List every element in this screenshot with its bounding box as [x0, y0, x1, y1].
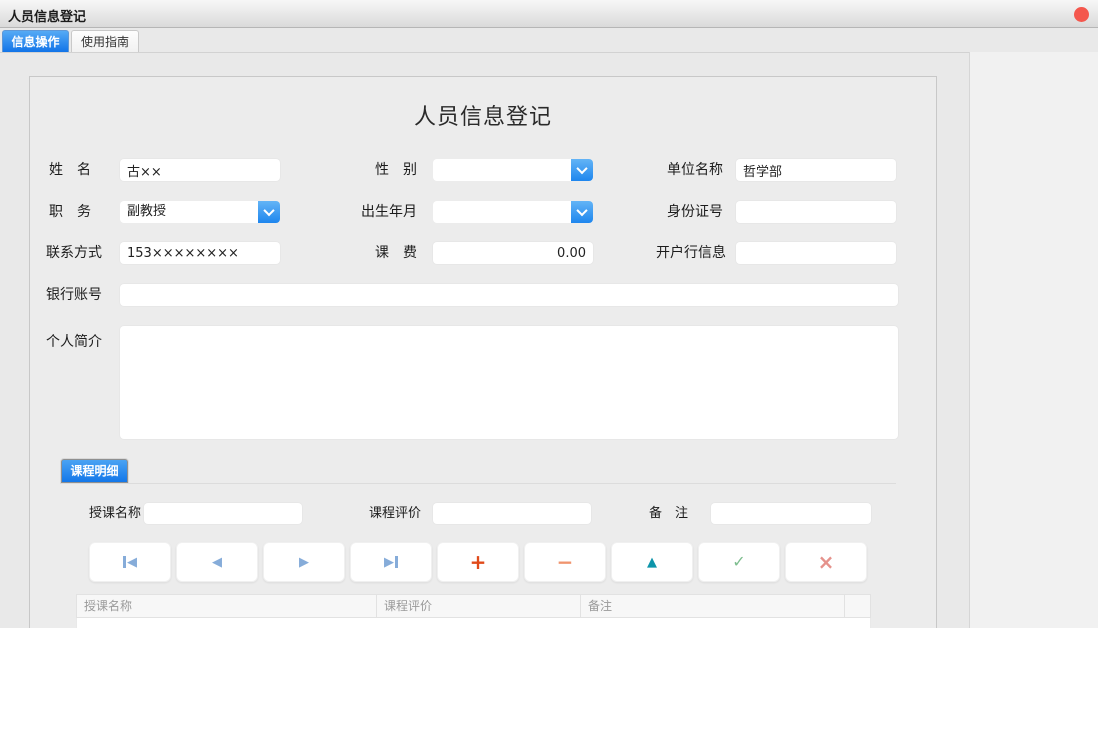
close-button[interactable]	[1074, 7, 1089, 22]
form-title: 人员信息登记	[413, 105, 552, 130]
bank-account-input[interactable]	[120, 284, 898, 306]
tab-info-operations[interactable]: 信息操作	[2, 30, 69, 52]
contact-input[interactable]	[120, 242, 280, 264]
insert-record-button[interactable]: +	[437, 542, 519, 582]
position-dropdown-button[interactable]	[258, 201, 280, 223]
bank-info-label: 开户行信息	[656, 245, 726, 261]
course-section-divider	[61, 483, 896, 484]
delete-record-button[interactable]: −	[524, 542, 606, 582]
check-icon: ✓	[732, 552, 746, 571]
position-combobox[interactable]: 副教授	[120, 201, 280, 223]
birthdate-dropdown-button[interactable]	[571, 201, 593, 223]
window-title: 人员信息登记	[8, 10, 87, 25]
course-name-label: 授课名称	[89, 506, 142, 521]
last-record-icon: ▶	[384, 554, 394, 570]
chevron-down-icon	[263, 204, 275, 217]
id-number-label: 身份证号	[667, 204, 723, 220]
gender-selected-value	[433, 159, 571, 181]
remark-input[interactable]	[711, 503, 871, 524]
tab-user-guide[interactable]: 使用指南	[71, 30, 139, 52]
grid-column-indicator	[845, 595, 870, 617]
course-eval-label: 课程评价	[369, 506, 422, 521]
course-grid-header: 授课名称 课程评价 备注	[76, 594, 871, 618]
app-window: 人员信息登记 信息操作 使用指南 人员信息登记 姓 名 性 别 单位名称 职 务…	[0, 0, 1098, 628]
chevron-down-icon	[576, 162, 588, 175]
gender-dropdown-button[interactable]	[571, 159, 593, 181]
contact-label: 联系方式	[46, 245, 102, 261]
grid-column-course-eval: 课程评价	[377, 595, 581, 617]
grid-column-course-name: 授课名称	[77, 595, 377, 617]
right-background-strip	[969, 52, 1098, 628]
fee-input[interactable]	[433, 242, 593, 264]
grid-empty-row[interactable]	[76, 618, 871, 628]
name-input[interactable]	[120, 159, 280, 181]
bank-account-label: 银行账号	[46, 287, 102, 303]
prior-record-button[interactable]: ◀	[176, 542, 258, 582]
fee-label: 课 费	[375, 245, 417, 261]
edit-record-button[interactable]: ▲	[611, 542, 693, 582]
last-record-button[interactable]: ▶	[350, 542, 432, 582]
remark-label: 备 注	[649, 506, 689, 521]
profile-textarea[interactable]	[120, 326, 898, 439]
profile-label: 个人简介	[46, 334, 102, 350]
birthdate-label: 出生年月	[361, 204, 417, 220]
unit-label: 单位名称	[667, 162, 723, 178]
first-record-icon	[123, 556, 126, 568]
position-label: 职 务	[49, 204, 91, 220]
next-record-button[interactable]: ▶	[263, 542, 345, 582]
plus-icon: +	[469, 550, 487, 574]
bank-info-input[interactable]	[736, 242, 896, 264]
prior-record-icon: ◀	[212, 554, 222, 570]
cancel-edit-button[interactable]: ×	[785, 542, 867, 582]
next-record-icon: ▶	[299, 554, 309, 570]
minus-icon: −	[556, 550, 574, 574]
tab-course-detail[interactable]: 课程明细	[61, 459, 128, 483]
birthdate-selected-value	[433, 201, 571, 223]
post-edit-button[interactable]: ✓	[698, 542, 780, 582]
registration-form-panel: 人员信息登记 姓 名 性 别 单位名称 职 务 副教授 出生年月 身份证号 联系…	[29, 76, 937, 628]
birthdate-combobox[interactable]	[433, 201, 593, 223]
first-record-icon: ◀	[127, 554, 137, 570]
id-number-input[interactable]	[736, 201, 896, 223]
chevron-down-icon	[576, 204, 588, 217]
unit-input[interactable]	[736, 159, 896, 181]
title-bar: 人员信息登记	[0, 0, 1098, 28]
gender-label: 性 别	[375, 162, 417, 178]
course-eval-input[interactable]	[433, 503, 591, 524]
gender-combobox[interactable]	[433, 159, 593, 181]
cross-icon: ×	[817, 550, 835, 574]
last-record-icon	[395, 556, 398, 568]
first-record-button[interactable]: ◀	[89, 542, 171, 582]
name-label: 姓 名	[49, 162, 91, 178]
course-name-input[interactable]	[144, 503, 302, 524]
position-selected-value: 副教授	[127, 204, 167, 219]
grid-column-remark: 备注	[581, 595, 845, 617]
edit-triangle-icon: ▲	[647, 554, 657, 570]
